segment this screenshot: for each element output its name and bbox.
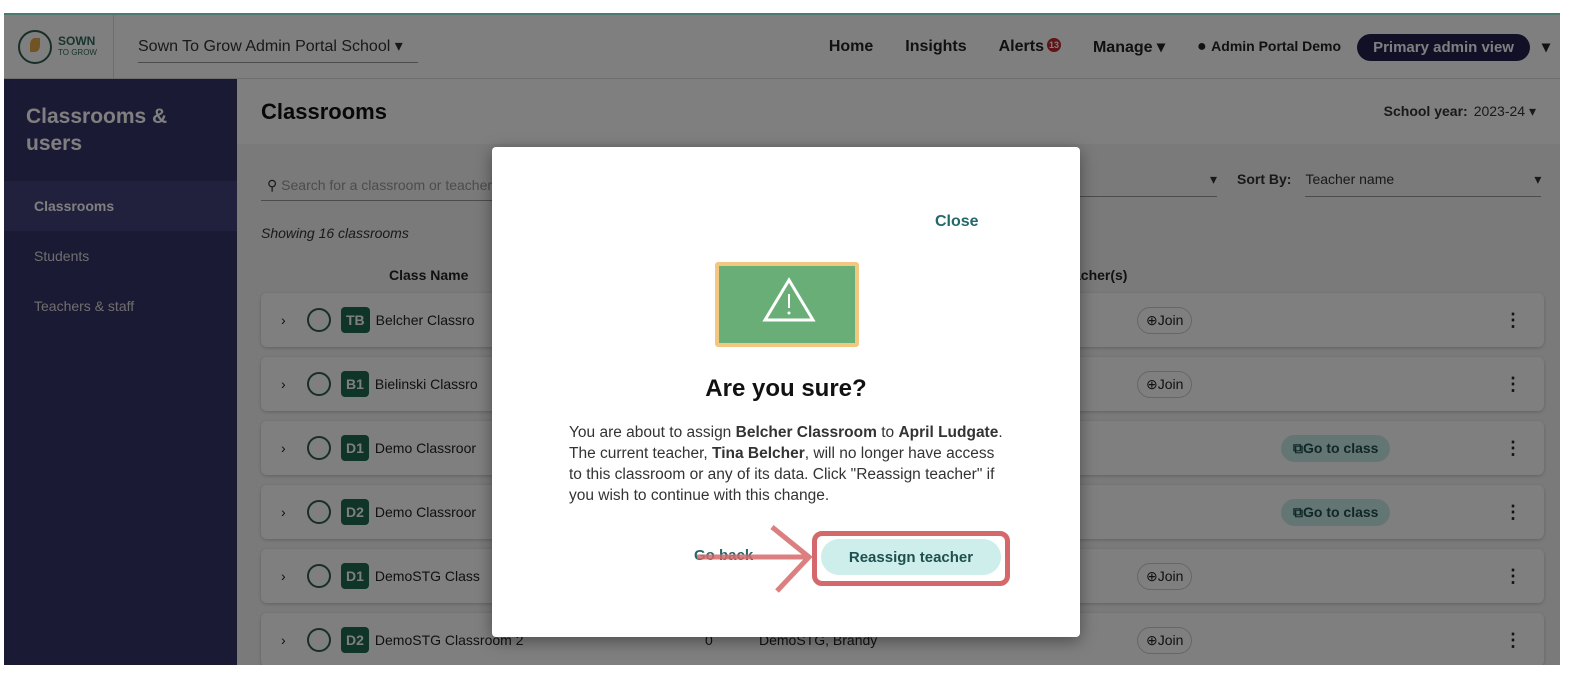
- close-button[interactable]: Close: [935, 213, 979, 231]
- current-teacher: Tina Belcher: [712, 445, 805, 462]
- confirm-dialog: Close Are you sure? You are about to ass…: [492, 147, 1080, 637]
- reassign-teacher-button[interactable]: Reassign teacher: [821, 539, 1001, 575]
- new-teacher: April Ludgate: [898, 424, 999, 441]
- annotation-arrow-icon: [697, 525, 813, 593]
- class-name: Belcher Classroom: [735, 424, 877, 441]
- chalkboard-warning-icon: [715, 262, 859, 347]
- message-text: to: [876, 424, 899, 441]
- dialog-message: You are about to assign Belcher Classroo…: [569, 422, 1009, 506]
- dialog-title: Are you sure?: [705, 375, 867, 402]
- message-text: You are about to assign: [569, 424, 736, 441]
